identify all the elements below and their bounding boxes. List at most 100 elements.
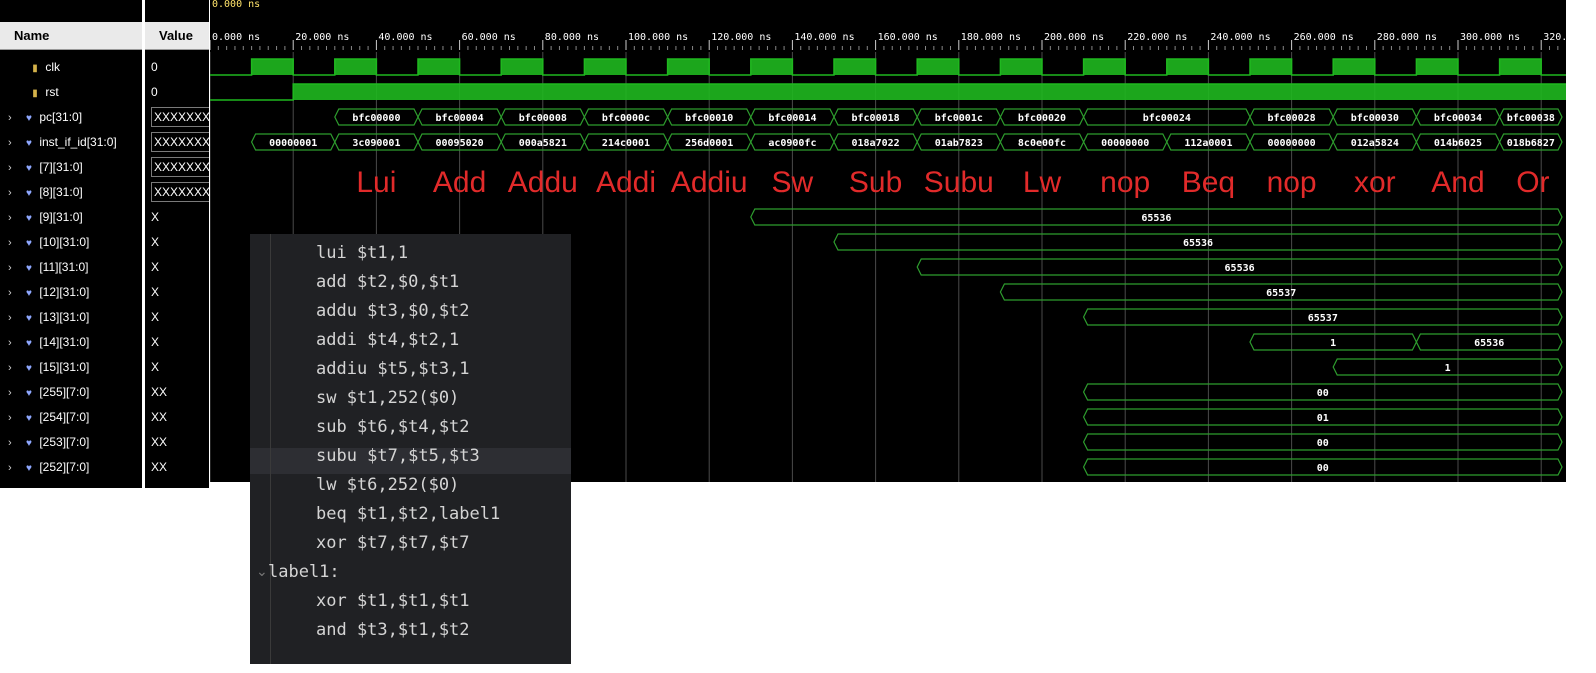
bus-value-label: bfc00000: [352, 113, 400, 124]
signal-value-text: X: [151, 360, 160, 374]
signal-row[interactable]: › ♥ [13][31:0]: [0, 305, 142, 330]
signal-name: [9][31:0]: [36, 210, 83, 224]
bus-value-label: 012a5824: [1351, 138, 1399, 149]
signal-value-text: X: [151, 310, 160, 324]
bus-value-label: bfc00024: [1143, 113, 1191, 124]
expand-chevron-icon[interactable]: ›: [0, 106, 22, 130]
bus-signal-icon: ♥: [26, 238, 32, 249]
name-column-header[interactable]: Name: [0, 22, 142, 50]
bus-value-label: bfc00004: [436, 113, 484, 124]
signal-row[interactable]: › ♥ [252][7:0]: [0, 455, 142, 480]
expand-chevron-icon[interactable]: ›: [0, 231, 22, 255]
signal-row[interactable]: › ♥ [254][7:0]: [0, 405, 142, 430]
bus-signal-icon: ♥: [26, 113, 32, 124]
instruction-annotation: Addu: [508, 166, 578, 199]
bus-value-label: 00000000: [1268, 138, 1316, 149]
bus-value-label: 3c090001: [352, 138, 400, 149]
code-line: addi $t4,$t2,1: [316, 330, 460, 350]
signal-row[interactable]: › ♥ [12][31:0]: [0, 280, 142, 305]
bus-signal-icon: ♥: [26, 363, 32, 374]
cursor-time-label: 0.000 ns: [212, 0, 260, 10]
clk-high-pulse: [917, 59, 959, 75]
expand-chevron-icon[interactable]: ›: [0, 406, 22, 430]
signal-row[interactable]: › ♥ [253][7:0]: [0, 430, 142, 455]
ruler-tick-label: 180.000 ns: [961, 32, 1021, 43]
bus-value-label: 018b6827: [1507, 138, 1555, 149]
code-line: beq $t1,$t2,label1: [316, 504, 501, 524]
clk-high-pulse: [1166, 59, 1209, 75]
signal-name: [7][31:0]: [36, 160, 83, 174]
signal-value-text: XX: [151, 460, 168, 474]
signal-name: [253][7:0]: [36, 435, 90, 449]
bus-signal-icon: ♥: [26, 313, 32, 324]
expand-chevron-icon[interactable]: ›: [0, 281, 22, 305]
signal-row[interactable]: ▮ rst: [0, 80, 142, 105]
expand-chevron-icon[interactable]: ›: [0, 131, 22, 155]
expand-chevron-icon[interactable]: ›: [0, 256, 22, 280]
bus-value-label: 65537: [1308, 313, 1338, 324]
bus-value-label: 65536: [1183, 238, 1213, 249]
ruler-tick-label: 280.000 ns: [1377, 32, 1437, 43]
signal-row[interactable]: › ♥ [14][31:0]: [0, 330, 142, 355]
bus-value-label: 00000000: [1101, 138, 1149, 149]
code-line: sw $t1,252($0): [316, 388, 460, 408]
signal-row[interactable]: › ♥ [8][31:0]: [0, 180, 142, 205]
signal-row[interactable]: › ♥ [7][31:0]: [0, 155, 142, 180]
signal-name: [12][31:0]: [36, 285, 90, 299]
signal-value-text: XXXXXXXX: [151, 182, 209, 202]
expand-chevron-icon[interactable]: ›: [0, 456, 22, 480]
signal-value-text: X: [151, 285, 160, 299]
signal-row[interactable]: › ♥ inst_if_id[31:0]: [0, 130, 142, 155]
expand-chevron-icon[interactable]: ›: [0, 156, 22, 180]
instruction-annotation: Addi: [596, 166, 656, 199]
instruction-annotation: Addiu: [671, 166, 748, 199]
signal-value-text: X: [151, 335, 160, 349]
expand-chevron-icon[interactable]: ›: [0, 381, 22, 405]
signal-row[interactable]: › ♥ [9][31:0]: [0, 205, 142, 230]
bus-signal-icon: ♥: [26, 213, 32, 224]
bus-signal-icon: ♥: [26, 163, 32, 174]
rst-high-fill: [293, 84, 1566, 100]
signal-row[interactable]: › ♥ pc[31:0]: [0, 105, 142, 130]
bus-value-label: bfc00020: [1018, 113, 1066, 124]
signal-row[interactable]: › ♥ [11][31:0]: [0, 255, 142, 280]
ruler-tick-label: 80.000 ns: [545, 32, 599, 43]
signal-value: X: [145, 280, 209, 305]
fold-chevron-icon[interactable]: ⌄: [256, 563, 268, 580]
expand-chevron-icon[interactable]: ›: [0, 431, 22, 455]
ruler-tick-label: 20.000 ns: [295, 32, 349, 43]
signal-row[interactable]: › ♥ [255][7:0]: [0, 380, 142, 405]
expand-chevron-icon[interactable]: ›: [0, 306, 22, 330]
clk-high-pulse: [834, 59, 876, 75]
bus-value-label: ac0900fc: [768, 138, 816, 149]
signal-row[interactable]: › ♥ [15][31:0]: [0, 355, 142, 380]
code-line: add $t2,$0,$t1: [316, 272, 460, 292]
signal-name: [8][31:0]: [36, 185, 83, 199]
clk-high-pulse: [1083, 59, 1126, 75]
instruction-annotation: Beq: [1182, 166, 1235, 199]
bus-value-label: 01: [1317, 413, 1329, 424]
expand-chevron-icon[interactable]: ›: [0, 356, 22, 380]
signal-name: [252][7:0]: [36, 460, 90, 474]
signal-row[interactable]: ▮ clk: [0, 55, 142, 80]
bus-value-label: 000a5821: [519, 138, 567, 149]
bus-value-label: 214c0001: [602, 138, 650, 149]
ruler-top-strip: [210, 0, 1566, 8]
clk-high-pulse: [334, 59, 377, 75]
bus-value-label: 1: [1445, 363, 1451, 374]
signal-row[interactable]: › ♥ [10][31:0]: [0, 230, 142, 255]
clk-high-pulse: [1000, 59, 1042, 75]
instruction-annotation: Lui: [356, 166, 396, 199]
signal-value-text: X: [151, 235, 160, 249]
signal-value: 0: [145, 55, 209, 80]
code-line: lui $t1,1: [316, 243, 409, 263]
code-line: label1:: [268, 562, 340, 582]
ruler-tick-label: 320.0: [1543, 32, 1566, 43]
value-column-header[interactable]: Value: [145, 22, 209, 50]
bus-value-label: 00000001: [269, 138, 317, 149]
clk-high-pulse: [1499, 59, 1542, 75]
ruler-tick-label: 300.000 ns: [1460, 32, 1520, 43]
expand-chevron-icon[interactable]: ›: [0, 181, 22, 205]
expand-chevron-icon[interactable]: ›: [0, 331, 22, 355]
expand-chevron-icon[interactable]: ›: [0, 206, 22, 230]
